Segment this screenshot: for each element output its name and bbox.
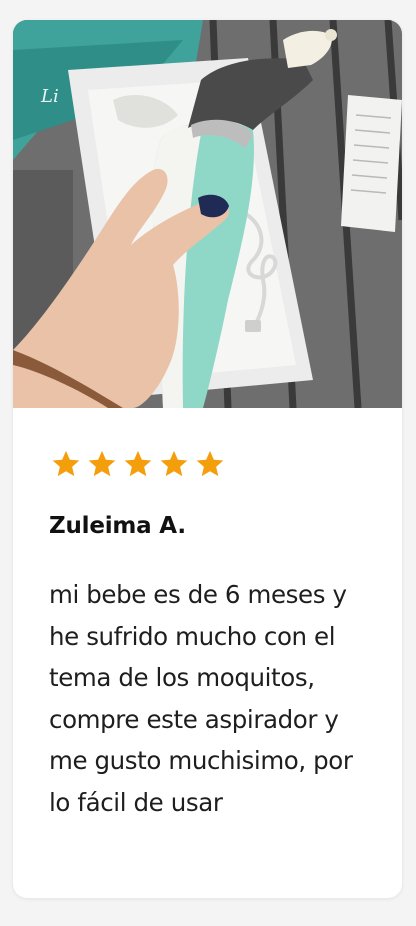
- star-icon: [52, 450, 80, 477]
- review-card: Li Zuleima A. mi bebe es de 6 meses y he…: [13, 20, 402, 898]
- box-brand-text: Li: [40, 86, 59, 107]
- star-icon: [160, 450, 188, 477]
- star-icon: [124, 450, 152, 477]
- reviewer-name: Zuleima A.: [49, 513, 186, 539]
- review-photo[interactable]: Li: [13, 20, 402, 408]
- star-icon: [88, 450, 116, 477]
- star-rating: [49, 448, 227, 480]
- review-text: mi bebe es de 6 meses y he sufrido mucho…: [49, 580, 353, 817]
- star-icon: [196, 450, 224, 477]
